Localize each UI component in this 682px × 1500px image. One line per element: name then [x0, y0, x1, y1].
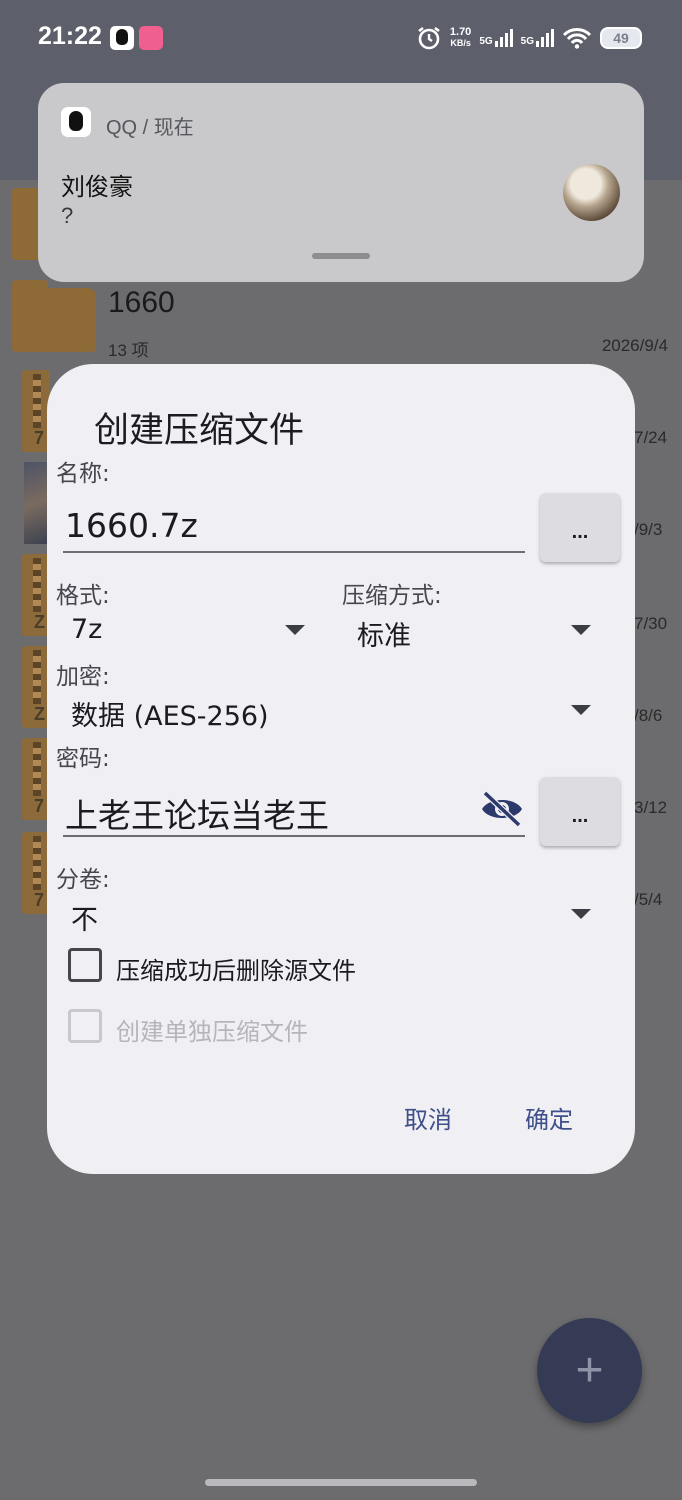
notification-message: ? — [61, 203, 74, 228]
network-speed-unit: KB/s — [450, 38, 471, 48]
qq-notification-icon — [110, 26, 134, 50]
battery-indicator: 49 — [600, 27, 642, 49]
chevron-down-icon — [571, 705, 591, 715]
password-field[interactable]: 上老王论坛当老王 — [63, 779, 525, 837]
browse-name-button[interactable]: ... — [540, 493, 620, 562]
file-date: 3/12 — [634, 798, 668, 817]
chevron-down-icon — [285, 625, 305, 635]
visibility-off-icon[interactable] — [479, 791, 525, 827]
add-fab-button[interactable]: + — [537, 1318, 642, 1423]
format-value: 7z — [71, 614, 103, 645]
plus-icon: + — [575, 1343, 604, 1397]
name-label: 名称: — [56, 461, 110, 487]
archive-type-letter: Z — [34, 704, 45, 724]
alarm-icon — [418, 26, 440, 50]
compression-value: 标准 — [357, 621, 411, 652]
split-value: 不 — [71, 905, 98, 936]
network-speed: 1.70 KB/s — [450, 27, 471, 49]
signal-bars-icon — [536, 29, 554, 47]
split-volume-dropdown[interactable]: 不 — [56, 894, 602, 938]
password-label: 密码: — [56, 746, 110, 772]
status-bar: 21:22 1.70 KB/s 5G 5G 49 — [0, 0, 682, 76]
delete-source-checkbox[interactable] — [68, 948, 102, 982]
folder-icon — [12, 280, 96, 352]
compression-dropdown[interactable]: 标准 — [342, 610, 602, 654]
archive-type-letter: 7 — [34, 796, 45, 816]
file-date: 7/24 — [634, 428, 668, 447]
bilibili-notification-icon — [139, 26, 163, 50]
archive-type-letter: 7 — [34, 890, 45, 910]
archive-name-field[interactable]: 1660.7z — [63, 496, 525, 553]
encryption-value: 数据 (AES-256) — [71, 701, 269, 732]
chevron-down-icon — [571, 909, 591, 919]
separate-archives-checkbox — [68, 1009, 102, 1043]
separate-archives-label: 创建单独压缩文件 — [116, 1018, 308, 1046]
notification-app-time: QQ / 现在 — [106, 117, 194, 139]
format-label: 格式: — [56, 583, 110, 609]
file-date: /9/3 — [634, 520, 663, 539]
ok-button[interactable]: 确定 — [525, 1100, 573, 1135]
network-type-label: 5G — [479, 36, 493, 47]
avatar — [563, 164, 620, 221]
format-dropdown[interactable]: 7z — [56, 610, 316, 654]
file-date: /5/4 — [634, 890, 663, 909]
signal-sim2: 5G — [521, 29, 554, 47]
encryption-dropdown[interactable]: 数据 (AES-256) — [56, 690, 602, 734]
notification-sender: 刘俊豪 — [61, 173, 133, 201]
archive-type-letter: Z — [34, 612, 45, 632]
file-date: 2026/9/4 — [601, 336, 668, 355]
list-item-folder-1660[interactable]: 1660 13 项 2026/9/4 — [0, 280, 682, 360]
status-icons: 1.70 KB/s 5G 5G 49 — [416, 22, 642, 54]
file-date: /8/6 — [634, 706, 663, 725]
generate-password-button[interactable]: ... — [540, 777, 620, 846]
wifi-icon — [562, 28, 592, 49]
file-name: 1660 — [108, 286, 175, 319]
archive-type-letter: 7 — [34, 428, 45, 448]
password-value: 上老王论坛当老王 — [65, 796, 329, 835]
file-date: 7/30 — [634, 614, 668, 633]
chevron-down-icon — [571, 625, 591, 635]
dialog-title: 创建压缩文件 — [94, 411, 305, 451]
archive-name-value: 1660.7z — [65, 506, 198, 545]
signal-sim1: 5G — [479, 29, 513, 47]
cancel-button[interactable]: 取消 — [404, 1100, 452, 1135]
network-speed-value: 1.70 — [449, 26, 472, 38]
encryption-label: 加密: — [56, 664, 110, 690]
file-item-count: 13 项 — [108, 341, 149, 360]
notification-drag-handle[interactable] — [312, 253, 370, 259]
delete-source-label: 压缩成功后删除源文件 — [116, 957, 356, 985]
qq-notification[interactable]: QQ / 现在 刘俊豪 ? — [38, 83, 644, 282]
network-type-label: 5G — [520, 36, 534, 47]
split-label: 分卷: — [56, 867, 110, 893]
signal-bars-icon — [494, 29, 513, 47]
compression-label: 压缩方式: — [342, 583, 442, 609]
gesture-nav-handle[interactable] — [205, 1479, 477, 1486]
qq-app-icon — [61, 107, 91, 137]
clock: 21:22 — [38, 22, 102, 50]
create-archive-dialog: 创建压缩文件 名称: 1660.7z ... 格式: 7z 压缩方式: 标准 加… — [47, 364, 635, 1174]
